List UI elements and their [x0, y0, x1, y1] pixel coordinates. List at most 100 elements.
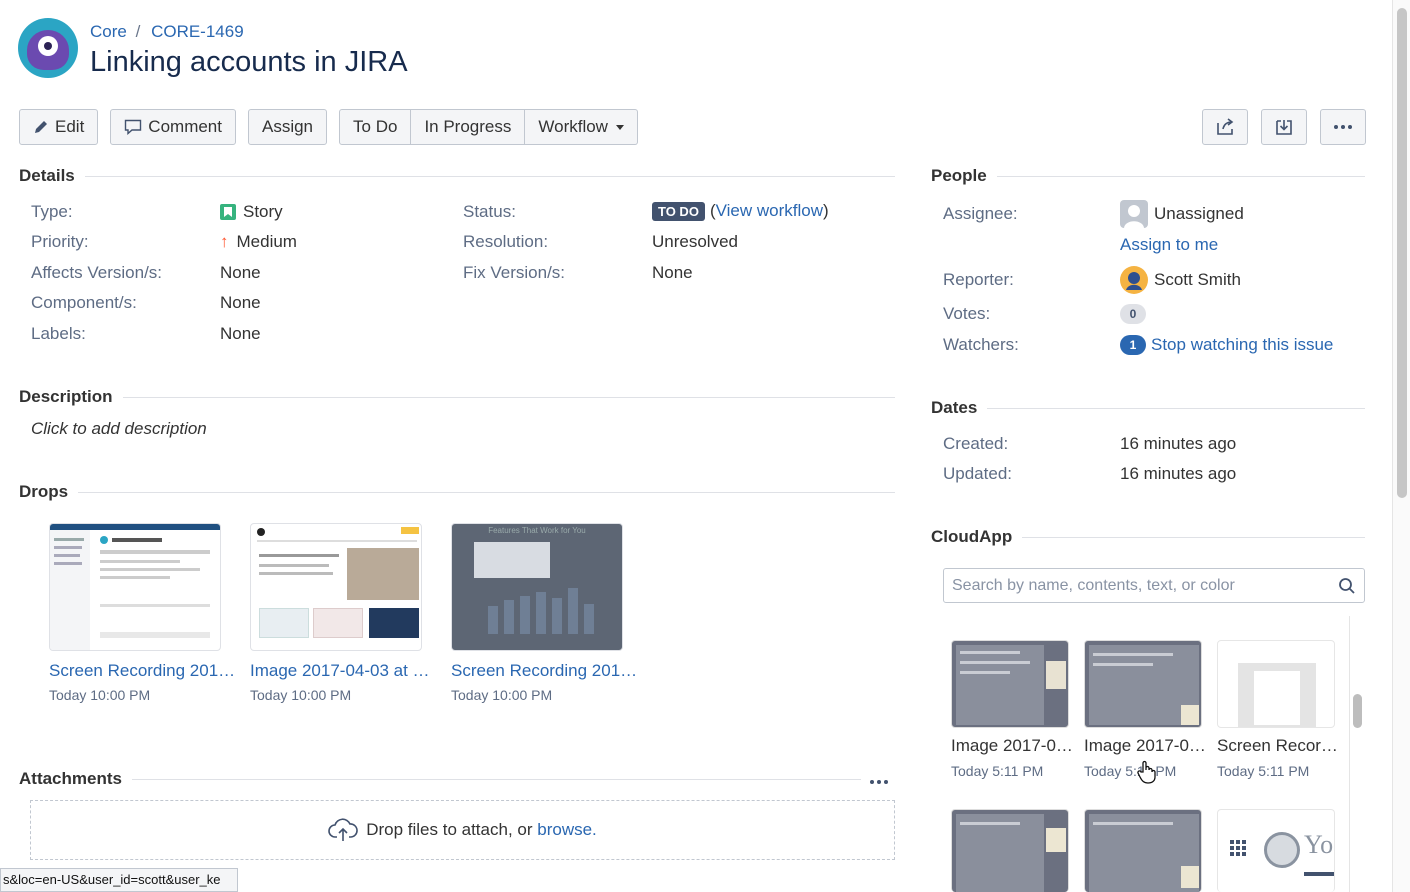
dates-section-heading[interactable]: Dates: [931, 398, 1365, 418]
page-title[interactable]: Linking accounts in JIRA: [90, 46, 408, 79]
fix-version-value[interactable]: None: [652, 263, 693, 283]
type-label: Type:: [31, 202, 73, 221]
priority-value[interactable]: ↑ Medium: [220, 232, 297, 252]
assignee-value[interactable]: Unassigned: [1120, 200, 1244, 228]
export-button[interactable]: [1261, 109, 1307, 145]
cloudapp-item[interactable]: [951, 809, 1069, 892]
edit-icon: [35, 121, 47, 133]
chevron-down-icon: [615, 124, 624, 130]
share-button[interactable]: [1202, 109, 1248, 145]
type-value-text: Story: [243, 202, 283, 221]
workflow-label: Workflow: [538, 117, 608, 136]
reporter-value[interactable]: Scott Smith: [1120, 266, 1241, 294]
share-icon: [1217, 118, 1234, 135]
cloudapp-item[interactable]: Yo: [1217, 809, 1335, 892]
view-workflow-close-paren: ): [823, 201, 829, 220]
drop-name[interactable]: Image 2017-04-03 at …: [250, 661, 430, 681]
cloudapp-item-name[interactable]: Image 2017-0…: [1084, 736, 1206, 756]
cloudapp-search[interactable]: [943, 568, 1365, 603]
issue-actions: [1189, 109, 1366, 145]
search-icon[interactable]: [1338, 577, 1356, 595]
drop-thumbnail[interactable]: Features That Work for You: [451, 523, 623, 651]
page-scrollbar-thumb[interactable]: [1397, 8, 1407, 498]
cloudapp-thumbnail[interactable]: [1084, 809, 1202, 892]
edit-button[interactable]: Edit: [19, 109, 99, 145]
in-progress-button[interactable]: In Progress: [411, 109, 526, 145]
project-avatar-icon[interactable]: [18, 18, 78, 78]
created-value: 16 minutes ago: [1120, 434, 1237, 453]
cloudapp-thumbnail[interactable]: [1084, 640, 1202, 728]
drop-thumbnail[interactable]: [49, 523, 221, 651]
comment-button[interactable]: Comment: [110, 109, 236, 145]
drop-time: Today 10:00 PM: [49, 687, 151, 703]
description-section-heading[interactable]: Description: [19, 387, 895, 407]
cloudapp-item[interactable]: Image 2017-0… Today 5:11 PM: [1084, 640, 1206, 779]
drop-item[interactable]: Screen Recording 201… Today 10:00 PM: [49, 523, 235, 703]
cloudapp-item[interactable]: Image 2017-0… Today 5:11 PM: [951, 640, 1073, 779]
assignee-value-text: Unassigned: [1154, 204, 1244, 223]
breadcrumb-project[interactable]: Core: [90, 22, 127, 41]
breadcrumb-issue-key[interactable]: CORE-1469: [151, 22, 244, 41]
type-value[interactable]: Story: [220, 202, 283, 222]
cloudapp-thumbnail[interactable]: Yo: [1217, 809, 1335, 892]
upload-cloud-icon: [328, 818, 359, 841]
drop-thumbnail[interactable]: [250, 523, 422, 651]
cloudapp-scrollbar-thumb[interactable]: [1353, 694, 1362, 728]
cloudapp-scrollbar[interactable]: [1349, 616, 1365, 892]
fix-version-label: Fix Version/s:: [463, 263, 566, 282]
workflow-dropdown[interactable]: Workflow: [525, 109, 638, 145]
details-heading-label: Details: [19, 166, 75, 185]
attachments-section-heading[interactable]: Attachments: [19, 769, 861, 789]
drop-item[interactable]: Image 2017-04-03 at … Today 10:00 PM: [250, 523, 430, 703]
votes-value[interactable]: 0: [1120, 304, 1151, 324]
more-icon: [1334, 125, 1352, 129]
hand-cursor-icon: [1137, 760, 1156, 784]
votes-count-badge: 0: [1120, 304, 1146, 324]
status-value: TO DO (View workflow): [652, 201, 829, 221]
cloudapp-item-name[interactable]: Screen Recor…: [1217, 736, 1338, 756]
reporter-label: Reporter:: [943, 270, 1014, 289]
cloudapp-search-input[interactable]: [952, 576, 1338, 595]
affects-version-value[interactable]: None: [220, 263, 261, 283]
cloudapp-thumbnail[interactable]: [951, 809, 1069, 892]
cloudapp-section-heading[interactable]: CloudApp: [931, 527, 1365, 547]
assign-to-me-link[interactable]: Assign to me: [1120, 235, 1218, 255]
people-heading-label: People: [931, 166, 987, 185]
people-section-heading[interactable]: People: [931, 166, 1365, 186]
labels-label: Labels:: [31, 324, 86, 343]
partial-logo-text: Yo: [1304, 830, 1334, 859]
cloudapp-thumbnail[interactable]: [1217, 640, 1335, 728]
components-value[interactable]: None: [220, 293, 261, 313]
attachments-more-icon[interactable]: [869, 779, 889, 785]
issue-header: Core / CORE-1469 Linking accounts in JIR…: [18, 18, 408, 79]
drop-time: Today 10:00 PM: [451, 687, 553, 703]
drop-name[interactable]: Screen Recording 201…: [451, 661, 637, 681]
attachment-dropzone[interactable]: Drop files to attach, or browse.: [30, 800, 895, 860]
browse-link[interactable]: browse.: [537, 820, 597, 840]
affects-version-label: Affects Version/s:: [31, 263, 163, 282]
cloudapp-item[interactable]: Screen Recor… Today 5:11 PM: [1217, 640, 1338, 779]
cloudapp-item[interactable]: [1084, 809, 1202, 892]
breadcrumb-separator: /: [135, 22, 141, 41]
cloudapp-thumbnail[interactable]: [951, 640, 1069, 728]
workflow-button-group: To Do In Progress Workflow: [339, 109, 638, 145]
more-actions-button[interactable]: [1320, 109, 1366, 145]
stop-watching-link[interactable]: Stop watching this issue: [1151, 335, 1333, 355]
assign-to-me-text: Assign to me: [1120, 235, 1219, 254]
view-workflow-link[interactable]: View workflow: [716, 201, 823, 221]
comment-label: Comment: [148, 117, 222, 136]
details-section-heading[interactable]: Details: [19, 166, 895, 186]
description-placeholder[interactable]: Click to add description: [31, 419, 207, 439]
labels-value[interactable]: None: [220, 324, 261, 344]
watchers-value[interactable]: 1 Stop watching this issue: [1120, 335, 1333, 355]
drop-name[interactable]: Screen Recording 201…: [49, 661, 235, 681]
cloudapp-item-name[interactable]: Image 2017-0…: [951, 736, 1073, 756]
assign-button[interactable]: Assign: [247, 109, 328, 145]
drop-time: Today 10:00 PM: [250, 687, 352, 703]
components-label: Component/s:: [31, 293, 137, 312]
drop-item[interactable]: Features That Work for You Screen Record…: [451, 523, 637, 703]
todo-button[interactable]: To Do: [339, 109, 412, 145]
drops-section-heading[interactable]: Drops: [19, 482, 895, 502]
page-scrollbar[interactable]: [1392, 0, 1410, 892]
priority-arrow-icon: ↑: [220, 232, 229, 251]
